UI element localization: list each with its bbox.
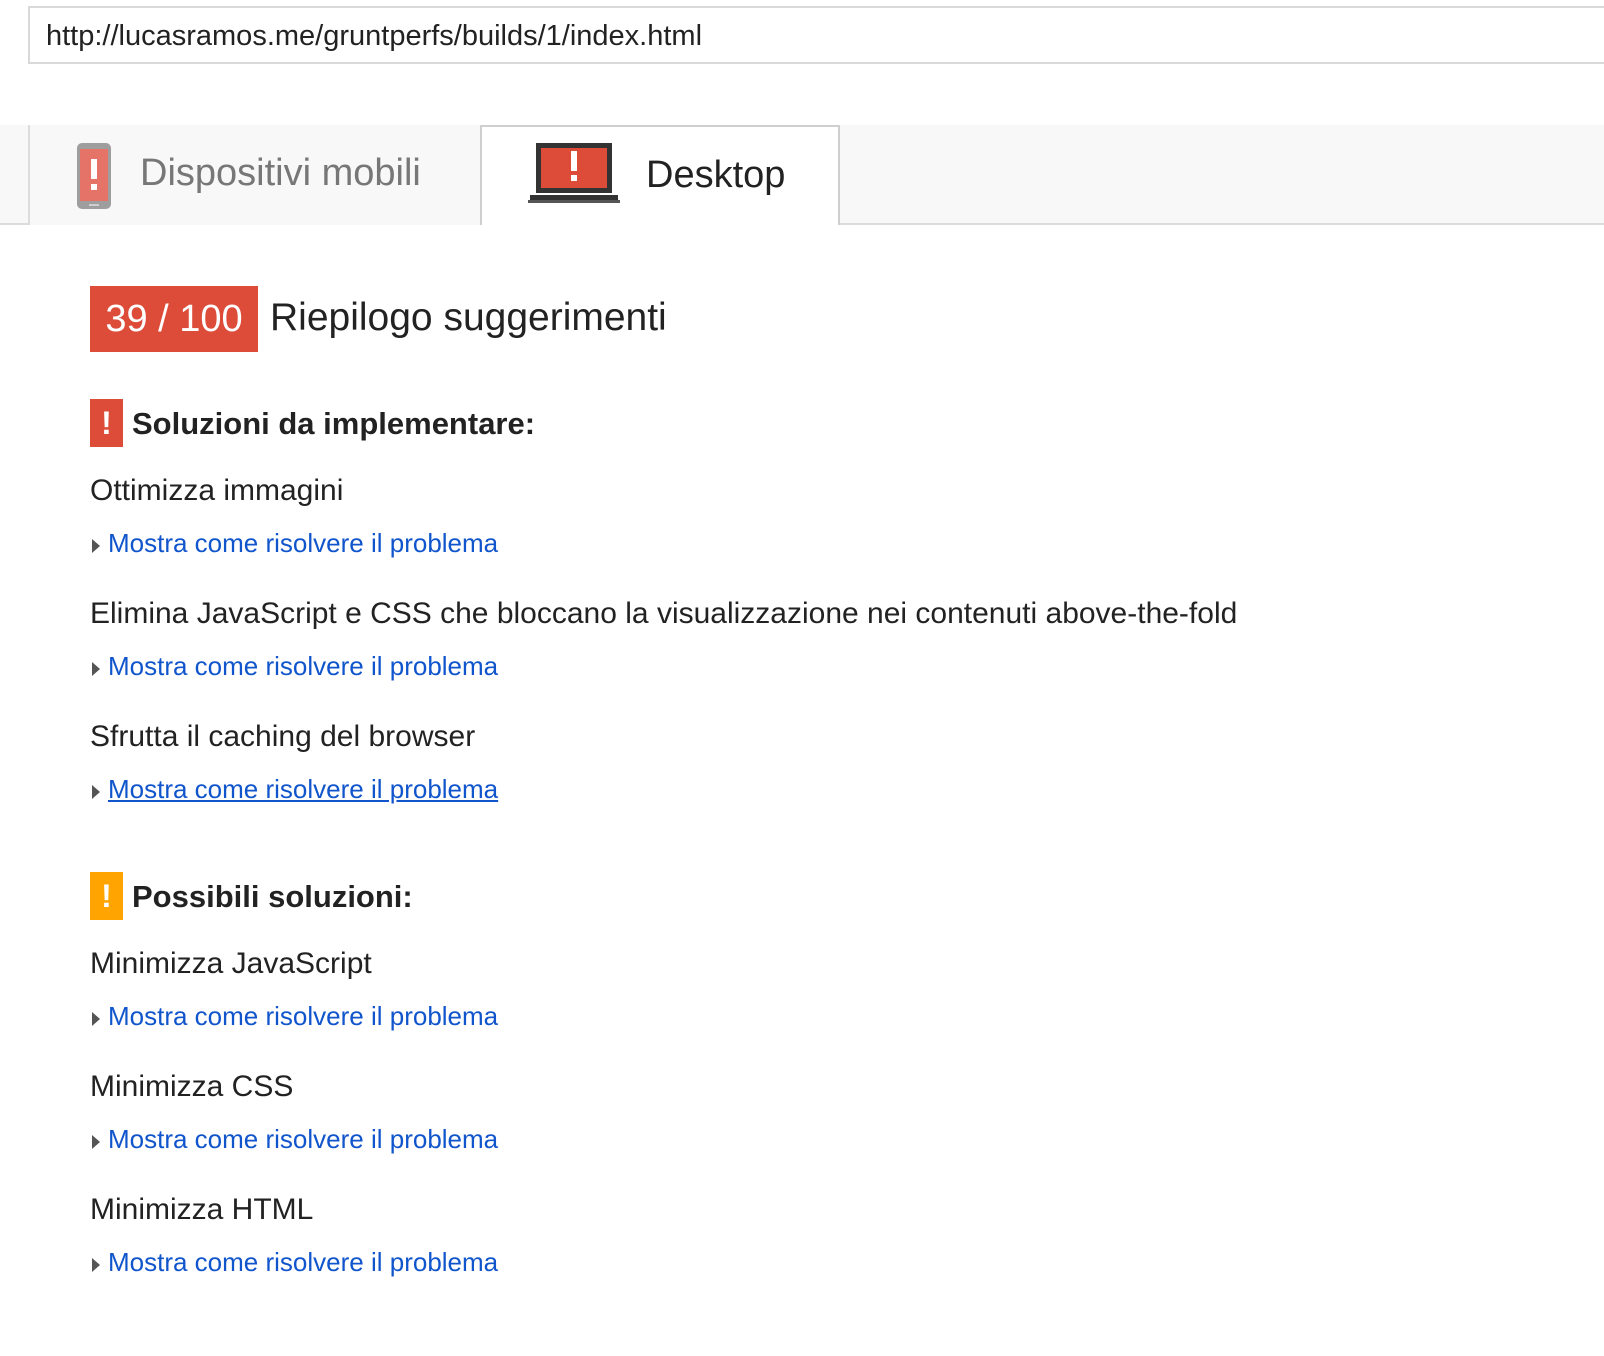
section-should-fix-title: Soluzioni da implementare: xyxy=(132,406,536,441)
rule-expand-toggle[interactable]: Mostra come risolvere il problema xyxy=(92,1247,498,1279)
tab-mobile-label: Dispositivi mobili xyxy=(140,152,421,194)
rule-expand-toggle[interactable]: Mostra come risolvere il problema xyxy=(92,774,498,806)
rule-title: Elimina JavaScript e CSS che bloccano la… xyxy=(90,597,1238,630)
expand-arrow-icon xyxy=(92,661,100,676)
expand-arrow-icon xyxy=(92,1134,100,1149)
rule-title: Minimizza JavaScript xyxy=(90,947,372,980)
rule-expand-toggle[interactable]: Mostra come risolvere il problema xyxy=(92,1001,498,1033)
laptop-warning-icon xyxy=(528,143,620,203)
show-how-to-fix-link[interactable]: Mostra come risolvere il problema xyxy=(108,1124,498,1154)
rule-expand-toggle[interactable]: Mostra come risolvere il problema xyxy=(92,651,498,683)
section-consider-fixing-title: Possibili soluzioni: xyxy=(132,879,413,914)
summary-title: Riepilogo suggerimenti xyxy=(270,296,667,339)
tab-desktop-label: Desktop xyxy=(646,154,786,196)
expand-arrow-icon xyxy=(92,1257,100,1272)
show-how-to-fix-link[interactable]: Mostra come risolvere il problema xyxy=(108,1247,498,1277)
tab-desktop[interactable]: Desktop xyxy=(480,125,840,225)
rule-title: Ottimizza immagini xyxy=(90,474,344,507)
rule-expand-toggle[interactable]: Mostra come risolvere il problema xyxy=(92,1124,498,1156)
alert-orange-icon: ! xyxy=(90,872,123,920)
device-tab-bar: Dispositivi mobili Desktop xyxy=(0,125,1604,225)
address-bar[interactable]: http://lucasramos.me/gruntperfs/builds/1… xyxy=(28,6,1604,64)
rule-title: Minimizza HTML xyxy=(90,1193,314,1226)
score-badge: 39 / 100 xyxy=(90,286,258,352)
expand-arrow-icon xyxy=(92,784,100,799)
alert-red-icon: ! xyxy=(90,399,123,447)
tab-mobile[interactable]: Dispositivi mobili xyxy=(28,125,481,225)
mobile-phone-warning-icon xyxy=(77,143,111,209)
show-how-to-fix-link[interactable]: Mostra come risolvere il problema xyxy=(108,774,498,804)
show-how-to-fix-link[interactable]: Mostra come risolvere il problema xyxy=(108,651,498,681)
rule-title: Minimizza CSS xyxy=(90,1070,294,1103)
address-bar-url[interactable]: http://lucasramos.me/gruntperfs/builds/1… xyxy=(46,20,702,53)
expand-arrow-icon xyxy=(92,538,100,553)
expand-arrow-icon xyxy=(92,1011,100,1026)
rule-expand-toggle[interactable]: Mostra come risolvere il problema xyxy=(92,528,498,560)
show-how-to-fix-link[interactable]: Mostra come risolvere il problema xyxy=(108,1001,498,1031)
rule-title: Sfrutta il caching del browser xyxy=(90,720,476,753)
show-how-to-fix-link[interactable]: Mostra come risolvere il problema xyxy=(108,528,498,558)
